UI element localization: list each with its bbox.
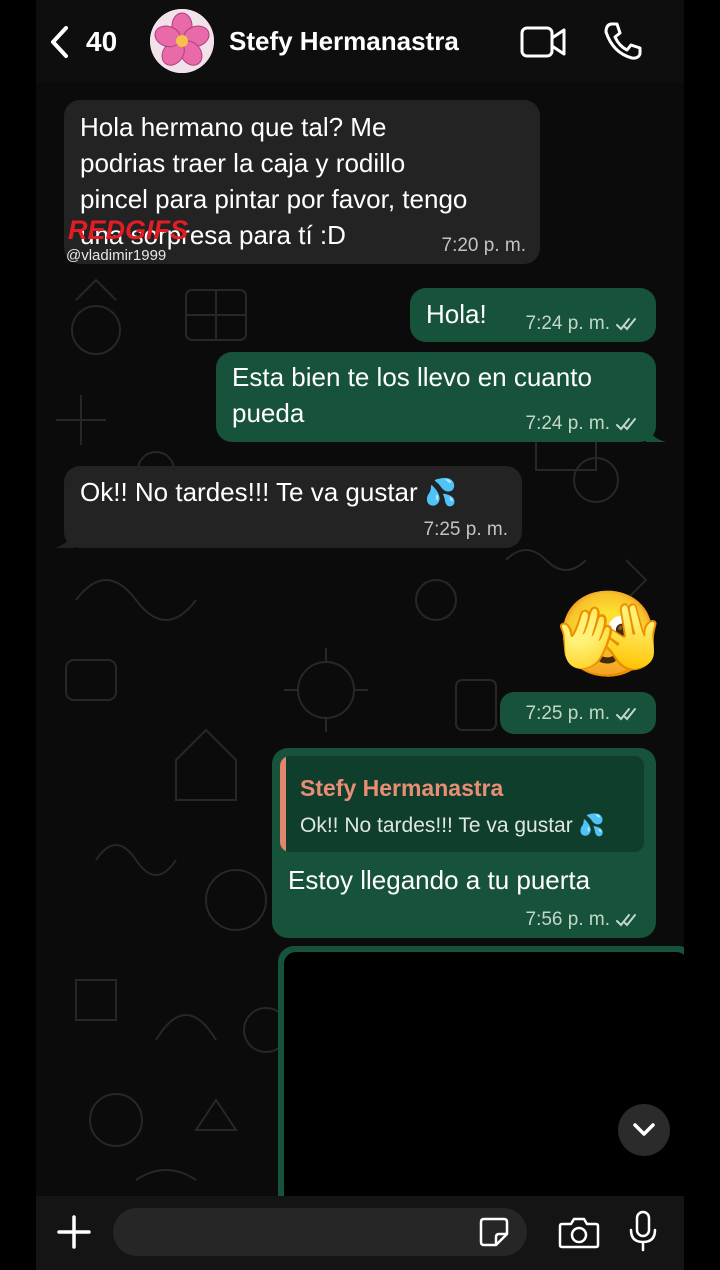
- message-meta: 7:20 p. m.: [442, 234, 527, 258]
- message-text-line: pincel para pintar por favor, tengo: [80, 184, 468, 214]
- message-text: Ok!! No tardes!!! Te va gustar 💦: [80, 477, 458, 507]
- chevron-down-icon: [633, 1123, 655, 1136]
- contact-name[interactable]: Stefy Hermanastra: [229, 26, 459, 57]
- message-time: 7:20 p. m.: [441, 235, 527, 256]
- message-text: Estoy llegando a tu puerta: [288, 865, 591, 895]
- camera-icon[interactable]: [558, 1214, 600, 1250]
- message-time: 7:25 p. m.: [423, 519, 509, 540]
- incoming-message[interactable]: Ok!! No tardes!!! Te va gustar 💦 7:25 p.…: [54, 466, 522, 548]
- message-composer: [36, 1196, 684, 1270]
- cherry-blossom-avatar-image: [150, 9, 214, 73]
- watermark-user: @vladimir1999: [66, 247, 167, 264]
- back-button[interactable]: 40: [48, 24, 118, 60]
- chat-screen: 40 Stefy Hermanastra Hola hermano que ta…: [36, 0, 684, 1270]
- chat-header: 40 Stefy Hermanastra: [36, 0, 684, 82]
- watermark-logo: REDGIFS: [68, 215, 189, 245]
- message-time: 7:56 p. m.: [525, 909, 611, 930]
- message-text-line: podrias traer la caja y rodillo: [80, 148, 406, 178]
- emoji-message-time-pill: 7:25 p. m.: [500, 692, 656, 734]
- emoji-message[interactable]: 🫣: [556, 586, 661, 682]
- double-check-icon: [616, 708, 636, 721]
- message-time: 7:24 p. m.: [525, 313, 611, 334]
- bubble-tail: [646, 424, 666, 442]
- unread-count: 40: [86, 26, 118, 57]
- message-meta: 7:24 p. m.: [526, 412, 643, 436]
- scroll-to-bottom-button[interactable]: [618, 1104, 670, 1156]
- outgoing-message[interactable]: Hola! 7:24 p. m.: [410, 288, 656, 342]
- message-meta: 7:25 p. m.: [424, 518, 509, 542]
- message-emoji: 🫣: [556, 587, 661, 681]
- message-meta: 7:25 p. m.: [526, 702, 643, 726]
- mic-icon[interactable]: [628, 1210, 658, 1252]
- double-check-icon: [616, 914, 636, 927]
- message-time: 7:25 p. m.: [525, 703, 611, 724]
- sticker-icon[interactable]: [478, 1216, 510, 1248]
- message-time: 7:24 p. m.: [525, 413, 611, 434]
- message-meta: 7:24 p. m.: [526, 312, 643, 336]
- double-check-icon: [616, 318, 636, 331]
- quote-accent-bar: [280, 756, 286, 852]
- message-meta: 7:56 p. m.: [526, 908, 643, 932]
- message-input[interactable]: [113, 1208, 527, 1256]
- contact-avatar[interactable]: [150, 9, 214, 73]
- message-text: Hola!: [426, 299, 487, 329]
- plus-icon[interactable]: [56, 1214, 92, 1250]
- phone-icon[interactable]: [602, 20, 642, 62]
- double-check-icon: [616, 418, 636, 431]
- quoted-message[interactable]: Stefy Hermanastra Ok!! No tardes!!! Te v…: [280, 756, 644, 852]
- quoted-sender: Stefy Hermanastra: [300, 775, 504, 801]
- outgoing-reply-message[interactable]: Stefy Hermanastra Ok!! No tardes!!! Te v…: [272, 748, 656, 938]
- media-message[interactable]: [278, 946, 684, 1242]
- back-chevron-icon: [51, 26, 68, 58]
- quoted-text: Ok!! No tardes!!! Te va gustar 💦: [300, 814, 605, 837]
- video-call-icon[interactable]: [520, 22, 566, 62]
- outgoing-message[interactable]: Esta bien te los llevo en cuanto pueda 7…: [216, 352, 666, 442]
- message-text-line: Hola hermano que tal? Me: [80, 112, 387, 142]
- message-text-line: Esta bien te los llevo en cuanto: [232, 362, 592, 392]
- bubble-tail: [54, 530, 74, 548]
